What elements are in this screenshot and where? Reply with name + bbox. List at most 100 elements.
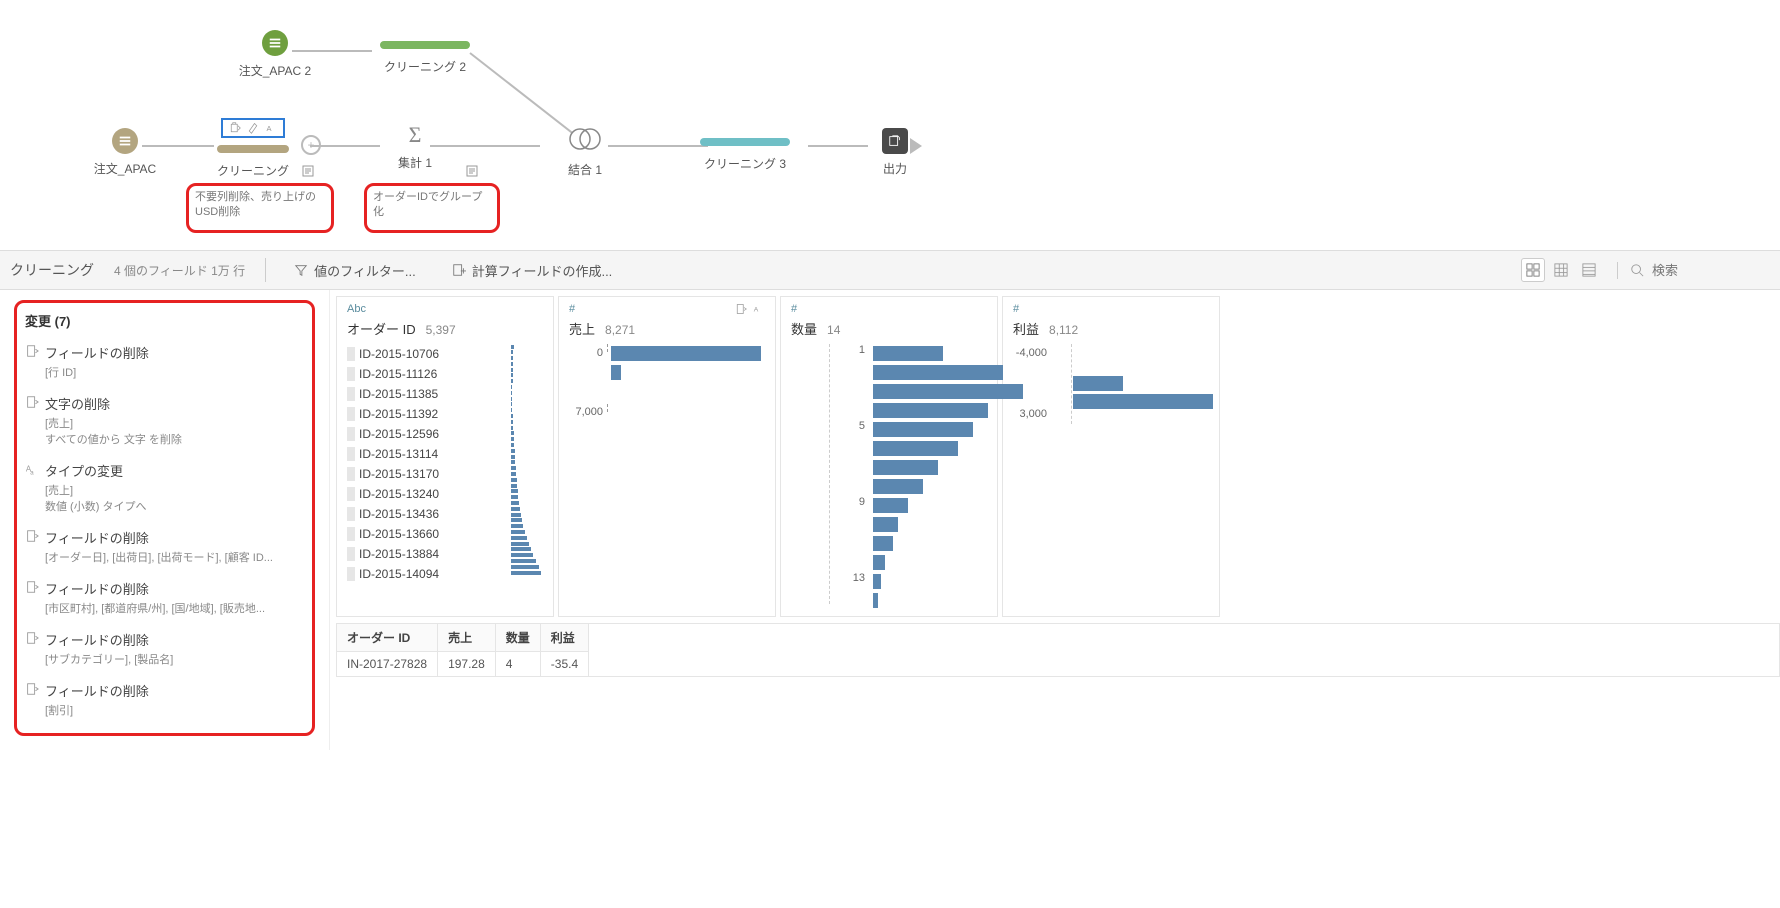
type-change-icon: A bbox=[265, 122, 277, 134]
profile-card[interactable]: Abcオーダー ID5,397ID-2015-10706ID-2015-1112… bbox=[336, 296, 554, 617]
column-header[interactable]: 売上 bbox=[438, 624, 496, 652]
sigma-icon: Σ bbox=[350, 122, 480, 148]
main-split: 変更 (7) フィールドの削除[行 ID]文字の削除[売上]すべての値から 文字… bbox=[0, 290, 1780, 750]
column-header[interactable]: 数量 bbox=[495, 624, 540, 652]
annotation-highlight: 変更 (7) フィールドの削除[行 ID]文字の削除[売上]すべての値から 文字… bbox=[14, 300, 315, 736]
changes-panel: 変更 (7) フィールドの削除[行 ID]文字の削除[売上]すべての値から 文字… bbox=[0, 290, 330, 750]
annotation-highlight: 不要列削除、売り上げのUSD削除 bbox=[186, 183, 334, 233]
node-label: クリーニング 2 bbox=[360, 58, 490, 75]
change-detail: [売上] bbox=[45, 415, 304, 431]
flow-node-input-apac2[interactable]: 注文_APAC 2 bbox=[210, 30, 340, 79]
remove-field-icon bbox=[735, 303, 747, 315]
cell: IN-2017-27828 bbox=[337, 652, 438, 677]
add-step-button[interactable]: + bbox=[301, 135, 321, 155]
field-distinct-count: 14 bbox=[827, 323, 840, 337]
table-icon bbox=[262, 30, 288, 56]
step-name: クリーニング bbox=[10, 260, 94, 280]
flow-node-join1[interactable]: 結合 1 bbox=[520, 126, 650, 178]
node-label: クリーニング 3 bbox=[680, 155, 810, 172]
create-calc-field-button[interactable]: 計算フィールドの作成... bbox=[444, 257, 621, 284]
node-description: オーダーIDでグループ化 bbox=[367, 186, 497, 225]
cell: 197.28 bbox=[438, 652, 496, 677]
change-item[interactable]: フィールドの削除 [オーダー日], [出荷日], [出荷モード], [顧客 ID.… bbox=[25, 521, 304, 572]
description-icon[interactable] bbox=[466, 165, 478, 177]
field-distinct-count: 8,271 bbox=[605, 323, 635, 337]
change-item[interactable]: フィールドの削除 [行 ID] bbox=[25, 336, 304, 387]
flow-canvas[interactable]: 注文_APAC 2 クリーニング 2 注文_APAC A クリーニング + Σ … bbox=[0, 0, 1780, 250]
field-distinct-count: 8,112 bbox=[1049, 323, 1078, 337]
field-name: 利益 bbox=[1013, 319, 1039, 338]
change-item[interactable]: Aaタイプの変更[売上]数値 (小数) タイプへ bbox=[25, 454, 304, 521]
cleaning-step-icon bbox=[700, 138, 790, 146]
change-label: フィールドの削除 bbox=[45, 528, 304, 547]
change-item[interactable]: 文字の削除 [売上]すべての値から 文字 を削除 bbox=[25, 387, 304, 454]
node-label: 集計 1 bbox=[350, 154, 480, 171]
profile-card[interactable]: #数量1415913 bbox=[780, 296, 998, 617]
change-label: タイプの変更 bbox=[45, 461, 304, 480]
cleaning-step-icon bbox=[380, 41, 470, 49]
node-label: 注文_APAC 2 bbox=[210, 62, 340, 79]
sparkline bbox=[511, 344, 543, 576]
change-item[interactable]: フィールドの削除 [市区町村], [都道府県/州], [国/地域], [販売地..… bbox=[25, 572, 304, 623]
change-detail: [行 ID] bbox=[45, 364, 304, 380]
field-name: オーダー ID bbox=[347, 319, 416, 338]
flow-node-cleaning3[interactable]: クリーニング 3 bbox=[680, 135, 810, 172]
search-box[interactable] bbox=[1617, 262, 1770, 279]
change-label: フィールドの削除 bbox=[45, 579, 304, 598]
profile-card[interactable]: #A売上8,27107,000 bbox=[558, 296, 776, 617]
field-type[interactable]: # bbox=[791, 303, 987, 315]
change-detail: すべての値から 文字 を削除 bbox=[45, 431, 304, 447]
node-description: 不要列削除、売り上げのUSD削除 bbox=[189, 186, 331, 225]
join-icon bbox=[567, 126, 603, 152]
change-item[interactable]: フィールドの削除 [割引] bbox=[25, 674, 304, 725]
field-type[interactable]: # bbox=[1013, 303, 1209, 315]
table-icon bbox=[112, 128, 138, 154]
filter-values-button[interactable]: 値のフィルター... bbox=[286, 257, 424, 284]
table-row[interactable]: IN-2017-27828197.284-35.4 bbox=[337, 652, 589, 677]
profile-view-button[interactable] bbox=[1521, 258, 1545, 282]
cell: 4 bbox=[495, 652, 540, 677]
change-label: フィールドの削除 bbox=[45, 343, 304, 362]
grid-view-button[interactable] bbox=[1549, 258, 1573, 282]
flow-node-aggregate1[interactable]: Σ 集計 1 bbox=[350, 122, 480, 171]
change-detail: [割引] bbox=[45, 702, 304, 718]
change-detail: [市区町村], [都道府県/州], [国/地域], [販売地... bbox=[45, 600, 304, 616]
profile-toolbar: クリーニング 4 個のフィールド 1万 行 値のフィルター... 計算フィールド… bbox=[0, 250, 1780, 290]
change-detail: [売上] bbox=[45, 482, 304, 498]
cell: -35.4 bbox=[540, 652, 588, 677]
svg-text:A: A bbox=[267, 124, 272, 133]
field-type[interactable]: Abc bbox=[347, 303, 543, 315]
description-icon[interactable] bbox=[302, 165, 314, 177]
remove-field-icon bbox=[25, 529, 45, 543]
svg-text:a: a bbox=[30, 469, 34, 476]
list-view-button[interactable] bbox=[1577, 258, 1601, 282]
remove-field-icon bbox=[25, 631, 45, 645]
change-detail: [サブカテゴリー], [製品名] bbox=[45, 651, 304, 667]
run-flow-button[interactable] bbox=[910, 138, 922, 154]
field-distinct-count: 5,397 bbox=[426, 323, 456, 337]
profile-pane: Abcオーダー ID5,397ID-2015-10706ID-2015-1112… bbox=[330, 290, 1780, 750]
column-header[interactable]: 利益 bbox=[540, 624, 588, 652]
search-input[interactable] bbox=[1650, 262, 1770, 279]
column-header[interactable]: オーダー ID bbox=[337, 624, 438, 652]
flow-node-cleaning2[interactable]: クリーニング 2 bbox=[360, 38, 490, 75]
data-grid[interactable]: オーダー ID売上数量利益 IN-2017-27828197.284-35.4 bbox=[336, 623, 1780, 677]
node-label: 注文_APAC bbox=[60, 160, 190, 177]
change-detail: [オーダー日], [出荷日], [出荷モード], [顧客 ID... bbox=[45, 549, 304, 565]
remove-field-icon bbox=[25, 682, 45, 696]
profile-card[interactable]: #利益8,112-4,0003,000 bbox=[1002, 296, 1220, 617]
node-label: クリーニング bbox=[188, 162, 318, 179]
search-icon bbox=[1630, 263, 1644, 277]
output-icon bbox=[882, 128, 908, 154]
change-label: 文字の削除 bbox=[45, 394, 304, 413]
field-type[interactable]: #A bbox=[569, 303, 765, 315]
change-label: フィールドの削除 bbox=[45, 681, 304, 700]
change-item[interactable]: フィールドの削除 [サブカテゴリー], [製品名] bbox=[25, 623, 304, 674]
cleaning-step-icon bbox=[217, 145, 289, 153]
flow-node-output[interactable]: 出力 bbox=[830, 128, 960, 177]
remove-chars-icon bbox=[247, 122, 259, 134]
change-label: フィールドの削除 bbox=[45, 630, 304, 649]
flow-node-input-apac[interactable]: 注文_APAC bbox=[60, 128, 190, 177]
remove-chars-icon bbox=[25, 395, 45, 409]
flow-node-cleaning-selected[interactable]: A クリーニング bbox=[188, 118, 318, 179]
